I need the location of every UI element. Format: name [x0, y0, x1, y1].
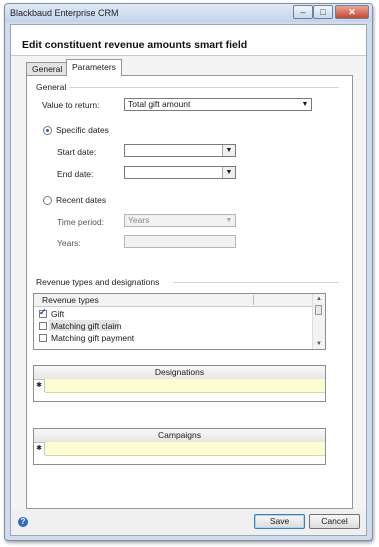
dialog-client: Edit constituent revenue amounts smart f…: [10, 24, 367, 536]
recent-dates-label: Recent dates: [56, 195, 107, 205]
cancel-button[interactable]: Cancel: [309, 514, 360, 529]
title-bar: Blackbaud Enterprise CRM – □ ✕: [5, 4, 372, 22]
revenue-types-header-label: Revenue types: [42, 295, 99, 305]
maximize-button[interactable]: □: [313, 5, 333, 19]
save-button[interactable]: Save: [254, 514, 305, 529]
new-row-icon: ✱: [34, 379, 45, 392]
start-date-label: Start date:: [57, 147, 97, 157]
help-icon[interactable]: ?: [18, 517, 28, 527]
calendar-dropdown-icon[interactable]: ▼: [222, 145, 235, 156]
value-to-return-value: Total gift amount: [128, 99, 191, 109]
chevron-down-icon[interactable]: ▼: [299, 99, 311, 110]
revenue-type-matching-claim-label: Matching gift claim: [51, 321, 122, 331]
scroll-thumb[interactable]: [315, 305, 322, 315]
dialog-heading: Edit constituent revenue amounts smart f…: [22, 39, 248, 51]
campaigns-grid[interactable]: Campaigns ✱: [33, 428, 326, 465]
end-date-label: End date:: [57, 169, 94, 179]
campaigns-header: Campaigns: [34, 429, 325, 443]
chevron-down-icon[interactable]: ▼: [223, 215, 235, 226]
campaigns-new-row[interactable]: [45, 442, 325, 456]
designations-new-row[interactable]: [45, 379, 325, 393]
start-date-field[interactable]: ▼: [124, 144, 236, 157]
designations-grid[interactable]: Designations ✱: [33, 365, 326, 402]
value-to-return-label: Value to return:: [42, 100, 100, 110]
revenue-type-matching-claim-checkbox[interactable]: [39, 322, 47, 330]
column-separator[interactable]: [253, 295, 254, 305]
years-label: Years:: [57, 238, 81, 248]
revenue-section-title: Revenue types and designations: [36, 277, 160, 287]
scroll-down-icon[interactable]: ▼: [313, 339, 325, 349]
recent-dates-radio[interactable]: [43, 196, 52, 205]
tab-parameters[interactable]: Parameters: [66, 59, 122, 76]
new-row-icon: ✱: [34, 442, 45, 455]
years-input[interactable]: [124, 235, 236, 248]
general-section-title: General: [36, 82, 67, 92]
revenue-section-divider: [173, 282, 339, 283]
revenue-types-list[interactable]: Revenue types Gift Matching gift claim M…: [33, 293, 326, 350]
end-date-field[interactable]: ▼: [124, 166, 236, 179]
parameters-panel: General Value to return: Total gift amou…: [26, 75, 353, 509]
scroll-up-icon[interactable]: ▲: [313, 294, 325, 304]
time-period-select[interactable]: Years ▼: [124, 214, 236, 227]
revenue-type-gift-label: Gift: [51, 309, 65, 319]
value-to-return-select[interactable]: Total gift amount ▼: [124, 98, 312, 111]
time-period-label: Time period:: [57, 217, 104, 227]
window-title: Blackbaud Enterprise CRM: [10, 8, 119, 18]
revenue-type-gift-checkbox[interactable]: [39, 307, 47, 318]
list-scrollbar[interactable]: ▲ ▼: [312, 294, 325, 349]
specific-dates-radio[interactable]: [43, 126, 52, 135]
revenue-types-header[interactable]: Revenue types: [34, 294, 314, 307]
time-period-value: Years: [128, 215, 150, 225]
calendar-dropdown-icon[interactable]: ▼: [222, 167, 235, 178]
minimize-button[interactable]: –: [293, 5, 313, 19]
dialog-header: Edit constituent revenue amounts smart f…: [11, 25, 366, 56]
general-section-divider: [69, 87, 339, 88]
tab-general[interactable]: General: [26, 62, 69, 76]
revenue-type-matching-payment-checkbox[interactable]: [39, 334, 47, 342]
button-bar: ? Save Cancel: [11, 509, 366, 535]
revenue-type-matching-payment-label: Matching gift payment: [51, 333, 135, 343]
dialog-window: Blackbaud Enterprise CRM – □ ✕ Edit cons…: [4, 3, 373, 541]
specific-dates-label: Specific dates: [56, 125, 109, 135]
close-button[interactable]: ✕: [335, 5, 369, 19]
designations-header: Designations: [34, 366, 325, 380]
